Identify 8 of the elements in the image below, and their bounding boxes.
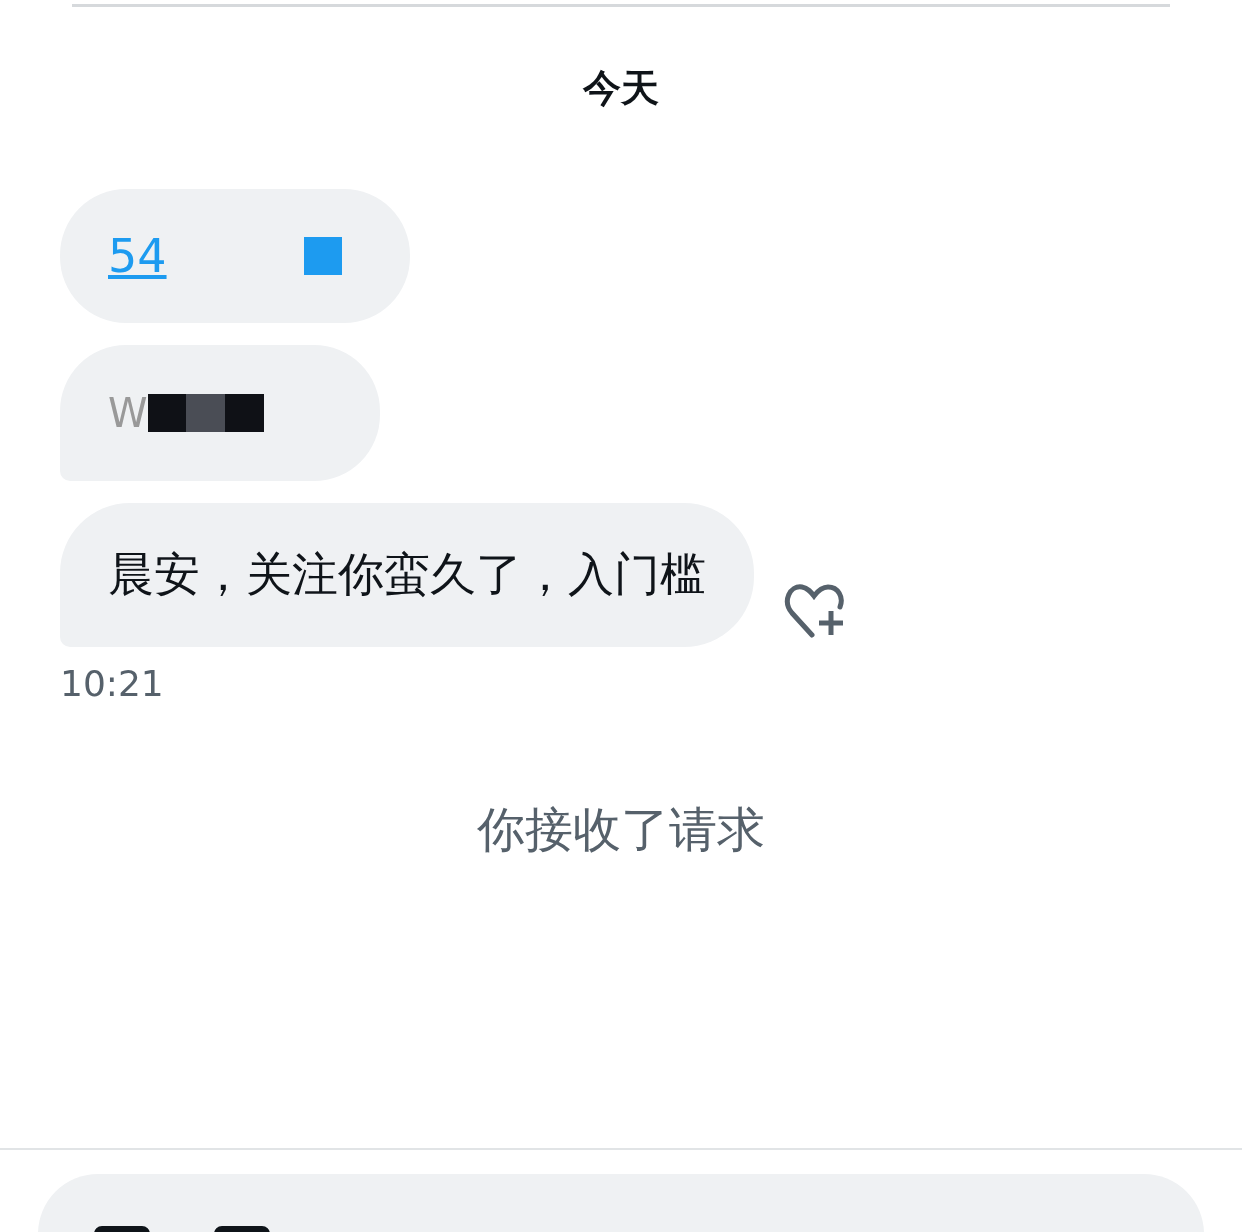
message-text: 晨安，关注你蛮久了，入门槛: [108, 546, 706, 603]
heart-plus-icon[interactable]: [784, 583, 844, 639]
redaction-block: [304, 237, 342, 275]
date-divider: 今天: [582, 65, 660, 112]
link[interactable]: 54: [108, 229, 188, 283]
message-text: W: [108, 390, 148, 436]
system-notice: 你接收了请求: [476, 800, 766, 859]
timestamp: 10:21: [60, 663, 165, 704]
